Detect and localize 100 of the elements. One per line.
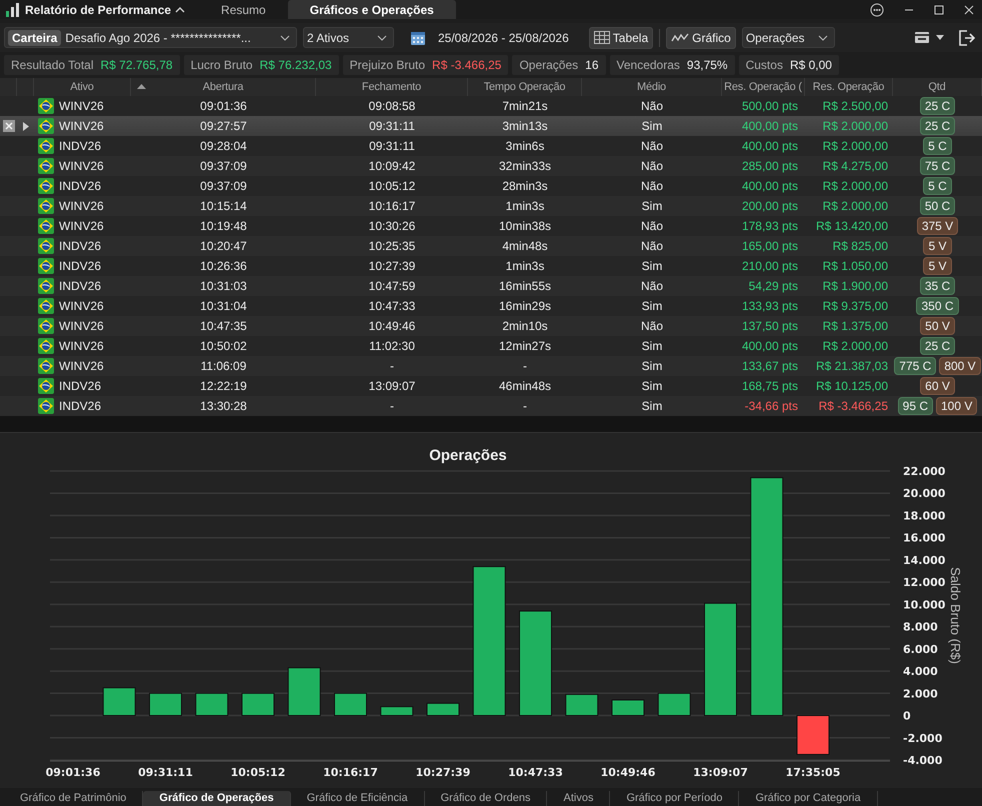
- table-cell: 7min21s: [502, 99, 548, 113]
- close-icon[interactable]: [964, 4, 974, 14]
- x-axis-label: 10:47:33: [508, 766, 563, 779]
- caret-down-icon[interactable]: [936, 35, 944, 40]
- table-cell: -: [390, 399, 394, 413]
- table-cell: 2min10s: [502, 319, 548, 333]
- table-cell: R$ 13.420,00: [816, 219, 888, 233]
- table-row[interactable]: INDV26 09:28:04 09:31:11 3min6s Não 400,00 pts R$ 2.000,00 5 C: [0, 136, 982, 156]
- table-cell: 133,67 pts: [742, 359, 798, 373]
- tab[interactable]: Resumo: [203, 0, 284, 19]
- table-cell: 46min48s: [498, 379, 552, 393]
- table-row[interactable]: WINV26 10:50:02 11:02:30 12min27s Sim 400,00 pts R$ 2.000,00 25 C: [0, 336, 982, 356]
- x-axis-label: 10:05:12: [230, 766, 286, 779]
- chevron-down-icon: [280, 34, 290, 40]
- chevron-down-icon: [818, 34, 828, 40]
- table-row[interactable]: WINV26 09:37:09 10:09:42 32min33s Não 285,00 pts R$ 4.275,00 75 C: [0, 156, 982, 176]
- table-cell: 09:31:11: [369, 139, 415, 153]
- tab[interactable]: Gráfico de Ordens: [424, 791, 548, 806]
- tab[interactable]: Ativos: [547, 791, 610, 806]
- table-cell: WINV26: [59, 219, 104, 233]
- table-cell: R$ 2.000,00: [822, 179, 888, 193]
- table-row[interactable]: WINV26 11:06:09 - - Sim 133,67 pts R$ 21.387,03 775 C 800 V: [0, 356, 982, 376]
- quantity-badge: 25 C: [920, 117, 956, 135]
- table-cell: WINV26: [59, 299, 104, 313]
- close-icon[interactable]: [2, 120, 14, 132]
- chart-type-select[interactable]: Operações: [742, 27, 835, 48]
- table-row[interactable]: INDV26 13:30:28 - - Sim -34,66 pts R$ -3.466,25 95 C 100 V: [0, 396, 982, 416]
- table-cell: R$ 21.387,03: [816, 359, 888, 373]
- table-cell: 54,29 pts: [748, 279, 798, 293]
- portfolio-select[interactable]: Carteira Desafio Ago 2026 - ***************...: [4, 27, 297, 48]
- table-cell: WINV26: [59, 159, 104, 173]
- stat-label: Vencedoras: [616, 58, 680, 72]
- flag-icon: [38, 258, 54, 274]
- table-cell: R$ 10.125,00: [816, 379, 888, 393]
- maximize-icon[interactable]: [934, 4, 944, 14]
- table-cell: 10:09:42: [368, 159, 416, 173]
- table-row[interactable]: WINV26 10:19:48 10:30:26 10min38s Não 178,93 pts R$ 13.420,00 375 V: [0, 216, 982, 236]
- table-cell: 165,00 pts: [742, 239, 798, 253]
- flag-icon: [38, 238, 54, 254]
- table-cell: R$ 9.375,00: [822, 299, 888, 313]
- table-cell: Sim: [642, 339, 662, 353]
- table-cell: 10:30:26: [368, 219, 416, 233]
- flag-icon: [38, 98, 54, 114]
- table-cell: INDV26: [59, 179, 102, 193]
- table-cell: Sim: [642, 259, 662, 273]
- assets-select[interactable]: 2 Ativos: [303, 27, 394, 48]
- tab[interactable]: Gráfico por Período: [610, 791, 740, 806]
- table-row[interactable]: WINV26 10:47:35 10:49:46 2min10s Não 137,50 pts R$ 1.375,00 50 V: [0, 316, 982, 336]
- table-cell: 16min29s: [498, 299, 552, 313]
- tab[interactable]: Gráfico por Categoria: [739, 791, 878, 806]
- table-row[interactable]: INDV26 10:20:47 10:25:35 4min48s Não 165,00 pts R$ 825,00 5 V: [0, 236, 982, 256]
- tab[interactable]: Gráfico de Eficiência: [290, 791, 425, 806]
- quantity-badge: 95 C: [898, 397, 933, 415]
- table-cell: INDV26: [59, 139, 102, 153]
- table-row[interactable]: WINV26 10:31:04 10:47:33 16min29s Sim 133,93 pts R$ 9.375,00 350 C: [0, 296, 982, 316]
- table-cell: -: [390, 359, 394, 373]
- more-icon[interactable]: [870, 2, 884, 16]
- table-cell: 200,00 pts: [742, 199, 798, 213]
- quantity-badge: 25 C: [920, 337, 956, 355]
- table-cell: R$ 2.000,00: [822, 199, 888, 213]
- calendar-icon[interactable]: [410, 30, 426, 46]
- flag-icon: [38, 198, 54, 214]
- table-cell: R$ 1.050,00: [822, 259, 888, 273]
- table-button[interactable]: Tabela: [588, 26, 654, 48]
- y-axis-label: 10.000: [903, 598, 946, 612]
- export-icon[interactable]: [914, 31, 930, 44]
- table-row[interactable]: WINV26 09:01:36 09:08:58 7min21s Não 500,00 pts R$ 2.500,00 25 C: [0, 96, 982, 116]
- table-cell: INDV26: [59, 259, 102, 273]
- y-axis-label: 22.000: [903, 465, 946, 478]
- table-row[interactable]: WINV26 09:27:57 09:31:11 3min13s Sim 400,00 pts R$ 2.000,00 25 C: [0, 116, 982, 136]
- x-axis-label: 13:09:07: [693, 766, 748, 779]
- table-cell: Sim: [642, 119, 662, 133]
- date-range[interactable]: 25/08/2026 - 25/08/2026: [438, 30, 569, 44]
- quantity-badge: 5 C: [923, 177, 952, 195]
- y-axis-label: 14.000: [903, 554, 946, 567]
- play-icon[interactable]: [22, 122, 28, 130]
- table-cell: R$ 1.375,00: [822, 319, 888, 333]
- table-row[interactable]: INDV26 12:22:19 13:09:07 46min48s Sim 168,75 pts R$ 10.125,00 60 V: [0, 376, 982, 396]
- table-cell: 09:37:09: [200, 179, 247, 193]
- stat-label: Operações: [519, 58, 578, 72]
- logout-icon[interactable]: [958, 28, 976, 46]
- stat-value: R$ 76.232,03: [260, 58, 332, 72]
- table-cell: Sim: [642, 199, 662, 213]
- chart-button[interactable]: Gráfico: [666, 26, 736, 48]
- table-row[interactable]: WINV26 10:15:14 10:16:17 1min3s Sim 200,00 pts R$ 2.000,00 50 C: [0, 196, 982, 216]
- y-axis-label: 8.000: [903, 620, 938, 634]
- table-cell: 10:16:17: [368, 199, 416, 213]
- flag-icon: [38, 338, 54, 354]
- flag-icon: [38, 218, 54, 234]
- table-row[interactable]: INDV26 10:26:36 10:27:39 1min3s Sim 210,00 pts R$ 1.050,00 5 V: [0, 256, 982, 276]
- tab[interactable]: Gráficos e Operações: [288, 0, 456, 19]
- table-row[interactable]: INDV26 10:31:03 10:47:59 16min55s Não 54,29 pts R$ 1.900,00 35 C: [0, 276, 982, 296]
- table-cell: -: [523, 359, 527, 373]
- tab[interactable]: Gráfico de Operações: [143, 791, 291, 806]
- table-cell: WINV26: [59, 119, 104, 133]
- quantity-badge: 5 V: [923, 237, 952, 255]
- caret-up-icon[interactable]: [175, 6, 186, 14]
- table-row[interactable]: INDV26 09:37:09 10:05:12 28min3s Não 400,00 pts R$ 2.000,00 5 C: [0, 176, 982, 196]
- y-axis-label: 18.000: [903, 509, 946, 522]
- app-title: Relatório de Performance: [25, 2, 172, 16]
